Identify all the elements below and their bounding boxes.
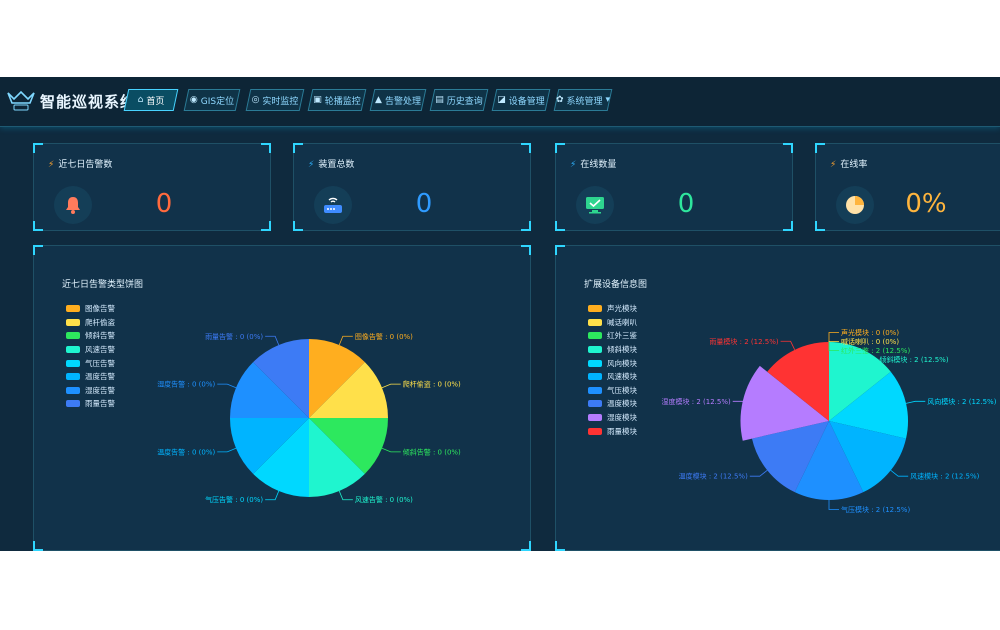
nav-tab-label: 轮播监控 [324, 96, 361, 107]
nav-tab-label: GIS定位 [200, 96, 235, 107]
pie-label: 倾斜模块 : 2 (12.5%) [879, 355, 948, 364]
pie-label: 温度模块 : 2 (12.5%) [679, 472, 748, 481]
stat-value: 0 [677, 189, 695, 219]
alarm-type-pie-panel: 近七日告警类型饼图 图像告警 爬杆偷盗 倾斜告警 风速告警 气压告警 温度告警 湿度告警 雨量… [33, 245, 531, 551]
bolt-icon: ⚡ [570, 160, 577, 170]
stat-title: 在线数量 [580, 160, 617, 170]
label-leader-line [780, 340, 796, 350]
pie-label: 气压告警 : 0 (0%) [205, 495, 263, 504]
label-leader-line [381, 383, 401, 389]
nav-tab-label: 首页 [146, 96, 165, 107]
label-leader-line [217, 447, 237, 453]
label-leader-line [749, 469, 768, 477]
stat-title: 近七日告警数 [58, 160, 113, 170]
chevron-down-icon: ▾ [605, 95, 611, 105]
pie-label: 雨量模块 : 2 (12.5%) [709, 337, 778, 346]
nav-tab-label: 实时监控 [262, 96, 299, 107]
pie-label: 湿度模块 : 2 (12.5%) [662, 397, 731, 406]
extension-device-pie-chart: 声光模块 : 0 (0%)喊话喇叭 : 0 (0%)红外三鉴 : 2 (12.5… [662, 328, 997, 514]
stat-value: 0% [905, 189, 947, 219]
pie-label: 图像告警 : 0 (0%) [355, 332, 413, 341]
nav-tab-label: 告警处理 [384, 96, 421, 107]
bolt-icon: ⚡ [830, 160, 837, 170]
device-icon: ◪ [497, 95, 506, 105]
label-leader-line [265, 335, 280, 346]
alarm-type-pie-chart: 图像告警 : 0 (0%) 爬杆偷盗 : 0 (0%) 倾斜告警 : 0 (0%) 风… [157, 332, 461, 504]
nav-tab-5[interactable]: ▤ 历史查询 [429, 89, 489, 111]
gear-icon: ✿ [555, 95, 564, 105]
label-leader-line [265, 490, 280, 501]
label-leader-line [828, 332, 839, 342]
nav-tab-7[interactable]: ✿ 系统管理 ▾ [553, 89, 613, 111]
pie-label: 气压模块 : 2 (12.5%) [841, 505, 910, 514]
nav-tab-3[interactable]: ▣ 轮播监控 [307, 89, 367, 111]
pie-label: 湿度告警 : 0 (0%) [157, 380, 215, 389]
top-navigation-bar: 智能巡视系统 ⌂ 首页 ◉ GIS定位 ◎ 实时监控 ▣ 轮播监控 ▲ 告警处理 ▤ 历史查询 ◪ 设备管… [0, 77, 1000, 127]
label-leader-line [890, 469, 909, 477]
dashboard-app: 智能巡视系统 ⌂ 首页 ◉ GIS定位 ◎ 实时监控 ▣ 轮播监控 ▲ 告警处理 ▤ 历史查询 ◪ 设备管… [0, 77, 1000, 551]
nav-tab-1[interactable]: ◉ GIS定位 [183, 89, 241, 111]
pie-label: 红外三鉴 : 2 (12.5%) [841, 346, 910, 355]
warning-icon: ▲ [375, 95, 382, 105]
nav-tab-2[interactable]: ◎ 实时监控 [245, 89, 305, 111]
bell-icon [54, 186, 92, 224]
bolt-icon: ⚡ [308, 160, 315, 170]
pie-label: 风速告警 : 0 (0%) [355, 495, 413, 504]
nav-tab-label: 系统管理 [566, 96, 603, 107]
label-leader-line [217, 383, 237, 389]
pie-label: 爬杆偷盗 : 0 (0%) [403, 380, 461, 389]
pie-label: 声光模块 : 0 (0%) [841, 328, 899, 337]
monitor-icon: ▣ [313, 95, 322, 105]
nav-tab-6[interactable]: ◪ 设备管理 [491, 89, 551, 111]
home-icon: ⌂ [137, 95, 144, 105]
pie-label: 雨量告警 : 0 (0%) [205, 332, 263, 341]
app-title: 智能巡视系统 [40, 93, 137, 111]
bolt-icon: ⚡ [48, 160, 55, 170]
nav-tab-4[interactable]: ▲ 告警处理 [369, 89, 427, 111]
location-pin-icon: ◉ [189, 95, 198, 105]
pie-label: 倾斜告警 : 0 (0%) [403, 447, 461, 456]
stat-title: 在线率 [840, 160, 868, 170]
nav-tab-0[interactable]: ⌂ 首页 [123, 89, 179, 111]
stat-title: 装置总数 [318, 160, 355, 170]
stat-card-online: ⚡ 在线数量 0 [555, 143, 793, 231]
nav-tab-label: 设备管理 [508, 96, 545, 107]
label-leader-line [905, 400, 926, 404]
pie-label: 风速模块 : 2 (12.5%) [910, 472, 979, 481]
logo-icon [7, 90, 35, 111]
pie-label: 喊话喇叭 : 0 (0%) [841, 337, 899, 346]
stat-card-alarms: ⚡ 近七日告警数 0 [33, 143, 271, 231]
stat-card-online-rate: ⚡ 在线率 0% [815, 143, 1000, 231]
label-leader-line [338, 490, 353, 501]
stat-card-devices: ⚡ 装置总数 0 [293, 143, 531, 231]
extension-device-pie-panel: 扩展设备信息图 声光模块 喊话喇叭 红外三鉴 倾斜模块 风向模块 风速模块 气压模块 温度模块… [555, 245, 1000, 551]
stat-value: 0 [155, 189, 173, 219]
stat-value: 0 [415, 189, 433, 219]
pie-icon [836, 186, 874, 224]
image-icon: ▤ [435, 95, 444, 105]
monitor-check-icon [576, 186, 614, 224]
label-leader-line [381, 447, 401, 453]
pie-label: 温度告警 : 0 (0%) [157, 447, 215, 456]
router-icon [314, 186, 352, 224]
label-leader-line [828, 500, 839, 510]
nav-tab-label: 历史查询 [446, 96, 483, 107]
label-leader-line [338, 335, 353, 346]
location-icon: ◎ [251, 95, 260, 105]
pie-label: 风向模块 : 2 (12.5%) [927, 397, 996, 406]
